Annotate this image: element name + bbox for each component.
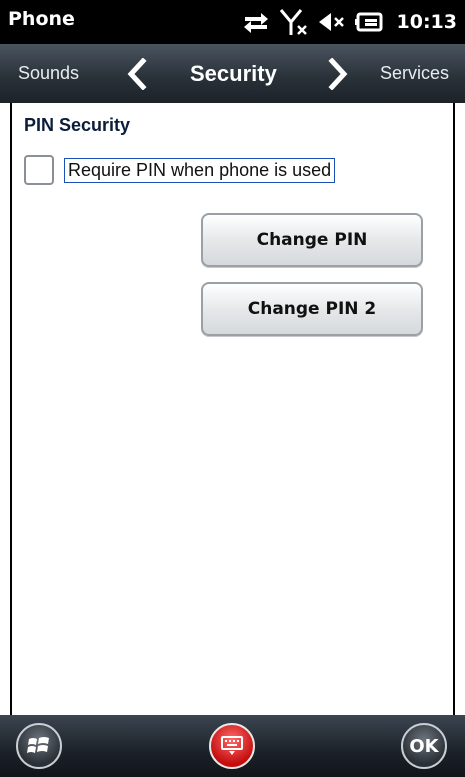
tab-sounds[interactable]: Sounds: [18, 44, 79, 103]
app-title: Phone: [8, 8, 75, 30]
start-button[interactable]: [16, 723, 62, 769]
require-pin-label[interactable]: Require PIN when phone is used: [64, 158, 336, 183]
data-transfer-icon: [241, 10, 271, 34]
settings-panel: PIN Security Require PIN when phone is u…: [10, 103, 455, 715]
speaker-muted-icon: [317, 10, 347, 34]
change-pin2-button[interactable]: Change PIN 2: [201, 282, 423, 336]
change-pin-button[interactable]: Change PIN: [201, 213, 423, 267]
no-signal-icon: [279, 8, 309, 36]
battery-charging-icon: [354, 10, 385, 34]
softkey-bar: OK: [0, 715, 465, 777]
keyboard-button[interactable]: [209, 723, 255, 769]
chevron-right-icon[interactable]: [327, 57, 349, 94]
status-icons: 10:13: [241, 6, 457, 38]
keyboard-icon: [221, 736, 243, 755]
clock: 10:13: [396, 11, 457, 33]
start-icon: [27, 737, 49, 753]
tab-services[interactable]: Services: [380, 44, 449, 103]
require-pin-checkbox[interactable]: [24, 155, 54, 185]
chevron-left-icon[interactable]: [126, 57, 148, 94]
section-title: PIN Security: [24, 115, 131, 135]
status-bar: Phone 10:13: [0, 0, 465, 44]
tab-security: Security: [190, 61, 277, 86]
tab-header: Sounds Security Services: [0, 44, 465, 103]
ok-button[interactable]: OK: [401, 723, 447, 769]
